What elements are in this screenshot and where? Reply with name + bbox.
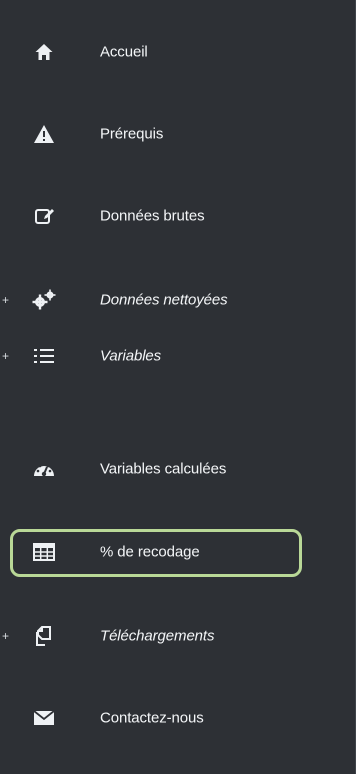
table-icon — [33, 541, 55, 563]
sidebar-item-label: Variables calculées — [100, 460, 227, 478]
copy-icon — [33, 625, 55, 647]
sidebar-item-label: Variables — [100, 347, 162, 365]
sidebar-item-label: Accueil — [100, 43, 148, 61]
sidebar-item-contactez-nous[interactable]: Contactez-nous — [0, 690, 356, 746]
home-icon — [33, 41, 55, 63]
sidebar-item-telechargements[interactable]: + Téléchargements — [0, 608, 356, 664]
sidebar-item-variables-calculees[interactable]: Variables calculées — [0, 441, 356, 497]
warning-icon — [33, 123, 55, 145]
sidebar-item-label: Données nettoyées — [100, 291, 228, 309]
sidebar-item-accueil[interactable]: Accueil — [0, 24, 356, 80]
sidebar-item-prerequis[interactable]: Prérequis — [0, 106, 356, 162]
sidebar-item-label: Contactez-nous — [100, 709, 204, 727]
sidebar-item-pourcentage-recodage[interactable]: % de recodage — [0, 524, 356, 580]
sidebar-item-label: Données brutes — [100, 207, 205, 225]
sidebar-item-label: Prérequis — [100, 125, 164, 143]
sidebar: Accueil Prérequis Données brutes + Donné… — [0, 0, 356, 774]
envelope-icon — [33, 707, 55, 729]
sidebar-item-label: % de recodage — [100, 543, 200, 561]
sidebar-item-label: Téléchargements — [100, 627, 215, 645]
sidebar-item-donnees-nettoyees[interactable]: + Données nettoyées — [0, 272, 356, 328]
gears-icon — [32, 289, 56, 311]
edit-icon — [33, 205, 55, 227]
expand-toggle[interactable]: + — [2, 349, 9, 363]
expand-toggle[interactable]: + — [2, 293, 9, 307]
sidebar-item-variables[interactable]: + Variables — [0, 328, 356, 384]
expand-toggle[interactable]: + — [2, 629, 9, 643]
list-icon — [33, 345, 55, 367]
sidebar-item-donnees-brutes[interactable]: Données brutes — [0, 188, 356, 244]
dashboard-icon — [33, 458, 55, 480]
